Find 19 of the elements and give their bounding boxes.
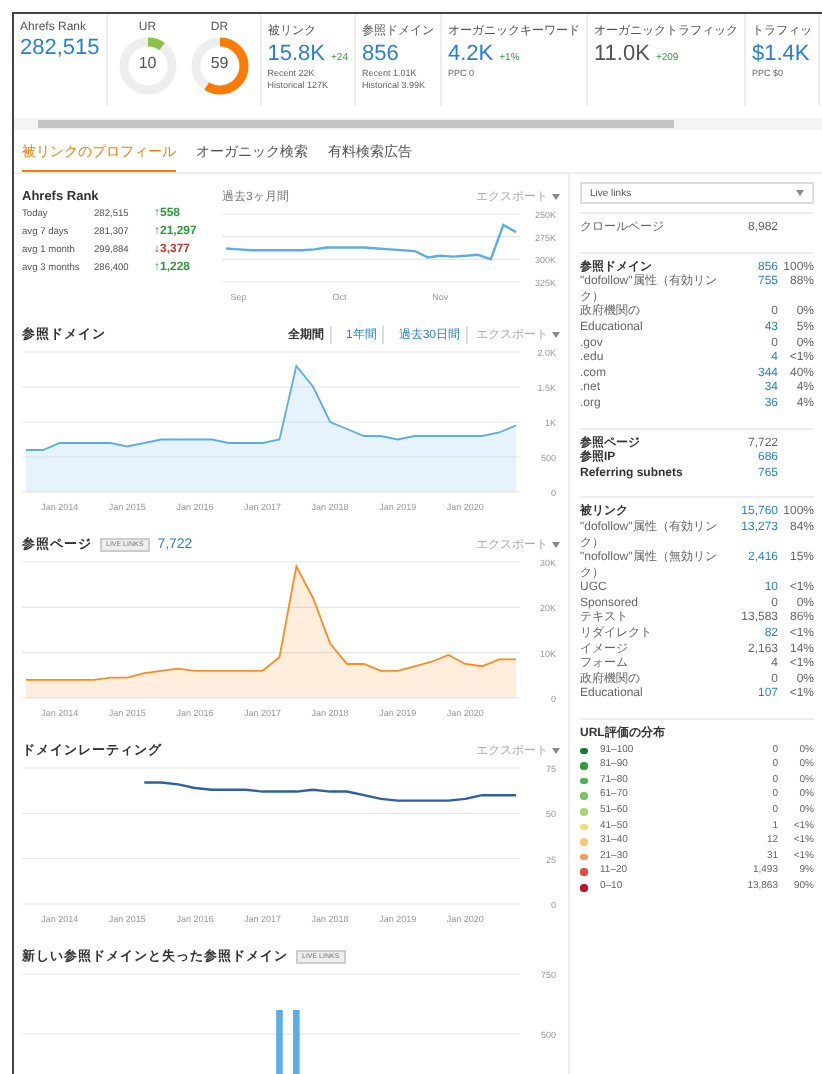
gauge-value: 59 (208, 54, 231, 72)
caret-icon (796, 190, 804, 196)
caret-icon (552, 541, 560, 547)
chart-bar (293, 1010, 300, 1074)
caret-icon (552, 747, 560, 753)
metric-value[interactable]: 15.8K (267, 40, 326, 68)
metric-value[interactable]: 4.2K (448, 40, 494, 68)
caret-icon (552, 193, 560, 199)
metric-value[interactable]: 282,515 (20, 34, 100, 62)
metric-value: 11.0K (594, 40, 650, 68)
metric-value[interactable]: $1.4K (752, 40, 810, 68)
metric-value[interactable]: 856 (362, 40, 399, 68)
gauge-value: 10 (136, 54, 159, 72)
caret-icon (552, 331, 560, 337)
scrollbar[interactable] (14, 118, 822, 130)
scrollbar-thumb[interactable] (38, 120, 674, 128)
gauge-ring (115, 34, 180, 98)
gauge-ring (187, 34, 252, 98)
chart-bar (276, 1010, 283, 1074)
